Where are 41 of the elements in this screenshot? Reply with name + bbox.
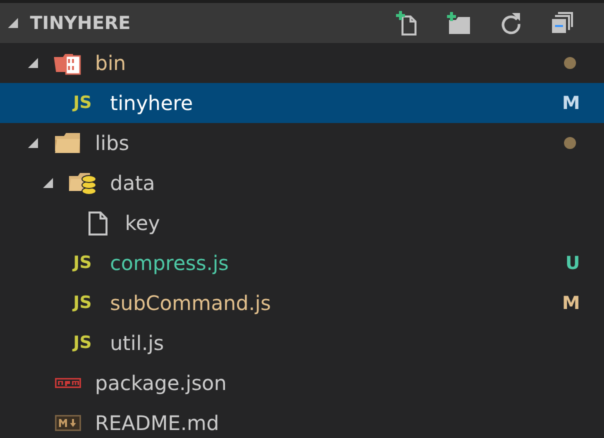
tree-item[interactable]: JS tinyhere M [0,83,604,123]
item-label: compress.js [110,251,230,275]
js-icon: JS [73,93,92,113]
item-label: README.md [95,411,220,435]
database-folder-icon [68,170,98,196]
tree-item[interactable]: README.md [0,403,604,438]
item-label: package.json [95,371,228,395]
collapse-all-icon[interactable] [550,11,574,35]
tree-item[interactable]: key [0,203,604,243]
git-status-letter: M [562,292,580,314]
new-folder-icon[interactable] [446,11,472,35]
tree-item[interactable]: JS compress.js U [0,243,604,283]
new-file-icon[interactable] [393,10,419,36]
git-status-letter: U [565,252,580,274]
item-label: key [125,211,162,235]
item-label: data [110,171,156,195]
folder-icon [54,132,82,154]
expanded-arrow-icon[interactable] [43,176,55,190]
item-label: subCommand.js [110,291,272,315]
expanded-arrow-icon[interactable] [8,16,20,30]
expanded-arrow-icon[interactable] [28,136,40,150]
markdown-icon [54,415,80,431]
expanded-arrow-icon[interactable] [28,56,40,70]
item-label: libs [95,131,130,155]
item-label: bin [95,51,127,75]
file-icon [88,210,108,236]
js-icon: JS [73,293,92,313]
refresh-icon[interactable] [499,11,523,35]
js-icon: JS [73,333,92,353]
tree-item[interactable]: JS util.js [0,323,604,363]
npm-icon [54,378,80,388]
tree-item[interactable]: package.json [0,363,604,403]
js-icon: JS [73,253,92,273]
tree-item[interactable]: JS subCommand.js M [0,283,604,323]
tree-item[interactable]: data [0,163,604,203]
tree-item[interactable]: bin [0,43,604,83]
item-label: tinyhere [110,91,194,115]
item-label: util.js [110,331,165,355]
git-status-letter: M [562,92,580,114]
tree-item[interactable]: libs [0,123,604,163]
project-title: TINYHERE [30,12,132,34]
